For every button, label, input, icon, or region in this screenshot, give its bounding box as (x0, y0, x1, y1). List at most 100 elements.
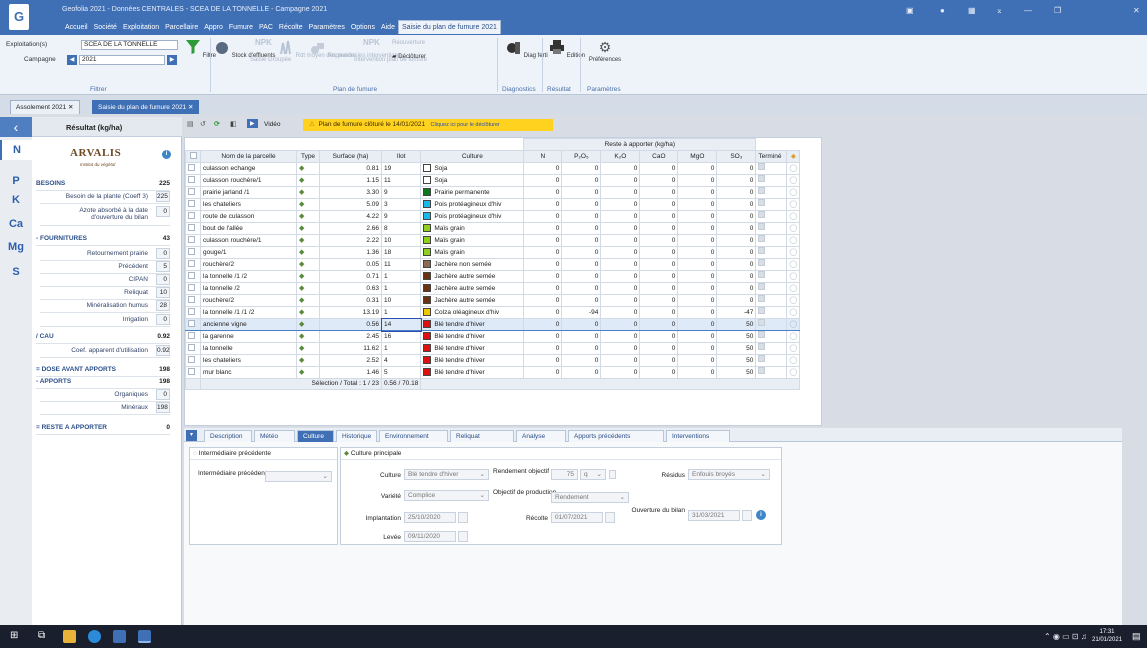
select-cell[interactable] (185, 294, 201, 307)
menu-item[interactable]: Appro (201, 22, 226, 34)
intervention-plan-button[interactable]: NPK Intervention plan de fumure (354, 39, 427, 64)
refresh-icon[interactable]: ⟳ (214, 120, 220, 128)
type-cell[interactable]: ◆ (296, 270, 320, 283)
menu-item[interactable]: Société (91, 22, 120, 34)
select-cell[interactable] (185, 306, 201, 319)
culture-cell[interactable]: Maïs grain (420, 234, 525, 247)
decloturer-button[interactable]: ▰ Déclôturer (392, 54, 426, 61)
select-cell[interactable] (185, 198, 201, 211)
implantation-date[interactable]: 25/10/2020 (404, 512, 456, 523)
variete-select[interactable]: Complice ⌄ (404, 490, 489, 501)
reouverture-button[interactable]: Réouverture (392, 40, 425, 47)
reste-cell[interactable]: 0 (677, 210, 718, 223)
surface-cell[interactable]: 1.46 (319, 366, 382, 379)
reste-cell[interactable]: 0 (600, 306, 641, 319)
reste-cell[interactable]: 0 (561, 246, 602, 259)
reste-cell[interactable]: 0 (600, 174, 641, 187)
column-header[interactable]: Nom de la parcelle (200, 150, 297, 163)
close-icon[interactable]: ✕ (1133, 6, 1140, 15)
reste-cell[interactable]: 0 (561, 198, 602, 211)
select-cell[interactable] (185, 162, 201, 175)
row-checkbox[interactable] (188, 248, 195, 256)
collapse-details-icon[interactable]: ▾ (186, 430, 197, 441)
comment-icon[interactable]: ◯ (789, 237, 797, 244)
comment-cell[interactable]: ◯ (786, 174, 801, 187)
menu-item[interactable]: Saisie du plan de fumure 2021 (397, 20, 501, 34)
calendar-icon[interactable] (458, 512, 468, 523)
reste-cell[interactable]: 0 (639, 270, 679, 283)
reste-cell[interactable]: 0 (523, 246, 563, 259)
termine-cell[interactable] (755, 366, 788, 379)
culture-cell[interactable]: Blé tendre d'hiver (420, 342, 525, 355)
reste-cell[interactable]: 0 (523, 282, 563, 295)
close-tab-icon[interactable]: ✕ (188, 104, 193, 111)
columns-icon[interactable]: ◧ (230, 120, 237, 128)
surface-cell[interactable]: 1.15 (319, 174, 382, 187)
select-cell[interactable] (185, 282, 201, 295)
surface-cell[interactable]: 0.71 (319, 270, 382, 283)
reste-cell[interactable]: 0 (677, 258, 718, 271)
culture-cell[interactable]: Maïs grain (420, 222, 525, 235)
termine-cell[interactable] (755, 186, 788, 199)
comment-icon[interactable]: ◯ (789, 249, 797, 256)
comment-icon[interactable]: ◯ (789, 165, 797, 172)
reste-cell[interactable]: 0 (677, 318, 718, 331)
minimize-icon[interactable]: — (1024, 6, 1032, 15)
termine-cell[interactable] (755, 318, 788, 331)
name-cell[interactable]: bout de l'allée (200, 222, 297, 235)
menu-item[interactable]: Récolte (276, 22, 306, 34)
select-cell[interactable] (185, 258, 201, 271)
reste-cell[interactable]: 0 (600, 330, 641, 343)
termine-cell[interactable] (755, 210, 788, 223)
reste-cell[interactable]: 0 (677, 294, 718, 307)
termine-checkbox[interactable] (758, 187, 766, 194)
type-cell[interactable]: ◆ (296, 162, 320, 175)
reste-cell[interactable]: 0 (561, 282, 602, 295)
tab-saisie-plan[interactable]: Saisie du plan de fumure 2021 ✕ (92, 100, 200, 114)
ilot-cell[interactable]: 3 (380, 198, 422, 211)
reste-cell[interactable]: 0 (561, 270, 602, 283)
surface-cell[interactable]: 0.56 (319, 318, 382, 331)
column-header[interactable]: CaO (639, 150, 679, 163)
termine-checkbox[interactable] (758, 271, 766, 278)
prev-campagne-button[interactable]: ◀ (67, 55, 77, 65)
column-header[interactable]: P₂O₅ (561, 150, 602, 163)
row-checkbox[interactable] (188, 332, 195, 340)
name-cell[interactable]: gouge/1 (200, 246, 297, 259)
row-checkbox[interactable] (188, 296, 195, 304)
header-select[interactable] (185, 150, 201, 163)
reste-cell[interactable]: 0 (561, 294, 602, 307)
column-header[interactable]: N (523, 150, 563, 163)
table-row[interactable]: la tonnelle /1 /1 /2 ◆ 13.19 1 Colza oléagin… (185, 306, 801, 319)
nav-tab[interactable]: Ca (0, 214, 32, 234)
termine-checkbox[interactable] (758, 247, 766, 254)
residus-select[interactable]: Enfouis broyés ⌄ (688, 469, 770, 480)
reste-cell[interactable]: 0 (639, 306, 679, 319)
comment-cell[interactable]: ◯ (786, 246, 801, 259)
reste-cell[interactable]: 0 (523, 270, 563, 283)
column-header[interactable]: Type (296, 150, 320, 163)
reste-cell[interactable]: 0 (561, 162, 602, 175)
table-row[interactable]: les chateliers ◆ 5.09 3 Pois protéagineux d'… (185, 198, 801, 211)
table-row[interactable]: mur blanc ◆ 1.46 5 Blé tendre d'hiver 0 0 0 0 0 50… (185, 366, 801, 379)
ilot-cell[interactable]: 1 (380, 282, 422, 295)
comment-icon[interactable]: ◯ (789, 261, 797, 268)
ouverture-date[interactable]: 31/03/2021 (688, 510, 740, 521)
surface-cell[interactable]: 0.05 (319, 258, 382, 271)
table-row[interactable]: la tonnelle /1 /2 ◆ 0.71 1 Jachère autre sem… (185, 270, 801, 283)
name-cell[interactable]: route de culasson (200, 210, 297, 223)
comment-icon[interactable]: ◯ (789, 285, 797, 292)
name-cell[interactable]: ancienne vigne (200, 318, 297, 331)
termine-checkbox[interactable] (758, 319, 766, 326)
termine-checkbox[interactable] (758, 199, 766, 206)
reste-cell[interactable]: 0 (639, 186, 679, 199)
rendement-unit[interactable]: q ⌄ (580, 469, 606, 480)
type-cell[interactable]: ◆ (296, 210, 320, 223)
ilot-cell[interactable]: 14 (380, 317, 422, 332)
row-checkbox[interactable] (188, 320, 195, 328)
name-cell[interactable]: la tonnelle /1 /2 (200, 270, 297, 283)
reste-cell[interactable]: 0 (561, 330, 602, 343)
name-cell[interactable]: culasson echange (200, 162, 297, 175)
comment-cell[interactable]: ◯ (786, 162, 801, 175)
reste-cell[interactable]: 0 (523, 234, 563, 247)
